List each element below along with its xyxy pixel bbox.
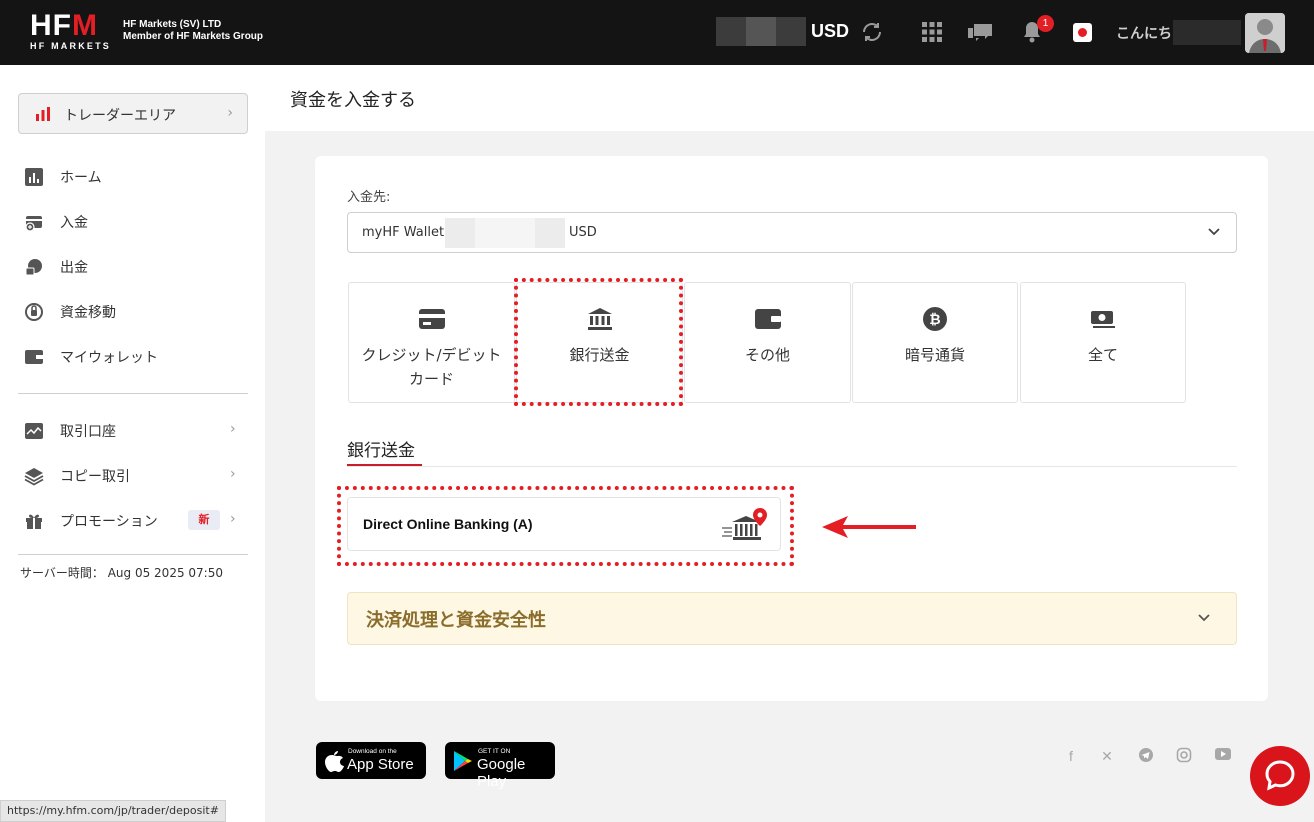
hfm-logo[interactable]: HFM HF MARKETS xyxy=(30,11,112,52)
bar-chart-icon xyxy=(36,107,50,121)
chevron-down-icon xyxy=(1198,614,1210,622)
sidebar-divider xyxy=(18,554,248,555)
trader-area-button[interactable]: トレーダーエリア › xyxy=(18,93,248,134)
chat-bubble-icon xyxy=(1265,760,1295,791)
payment-security-accordion[interactable]: 決済処理と資金安全性 xyxy=(347,592,1237,645)
avatar[interactable] xyxy=(1245,13,1285,53)
apple-icon xyxy=(325,751,344,772)
facebook-icon[interactable]: f xyxy=(1062,747,1080,765)
account-currency: USD xyxy=(811,21,850,41)
svg-text:₿: ₿ xyxy=(929,312,940,328)
chevron-down-icon xyxy=(1208,228,1220,236)
notification-badge: 1 xyxy=(1037,15,1054,32)
google-play-icon xyxy=(454,751,472,771)
sidebar-item-trading-accounts[interactable]: 取引口座 › xyxy=(24,419,244,443)
x-icon[interactable]: ✕ xyxy=(1098,747,1116,765)
new-badge: 新 xyxy=(188,510,220,530)
top-bar: HFM HF MARKETS HF Markets (SV) LTD Membe… xyxy=(0,0,1314,65)
sidebar-item-transfer[interactable]: 資金移動 xyxy=(24,300,244,324)
chart-icon xyxy=(25,168,43,186)
status-bar-url: https://my.hfm.com/jp/trader/deposit# xyxy=(0,800,226,822)
wallet-select[interactable]: myHF Wallet: USD xyxy=(347,212,1237,253)
highlight-payment-method xyxy=(337,486,794,566)
chevron-right-icon: › xyxy=(230,511,236,527)
highlight-bank-transfer-tab xyxy=(514,278,683,406)
sidebar-item-copy-trading[interactable]: コピー取引 › xyxy=(24,464,244,488)
tab-all[interactable]: 全て xyxy=(1020,282,1186,403)
apps-grid-icon[interactable] xyxy=(920,20,944,44)
sidebar: トレーダーエリア › ホーム 入金 出金 資金移動 マイウォレット 取引口座 ›… xyxy=(0,65,265,822)
live-chat-button[interactable] xyxy=(1250,746,1310,806)
deposit-card: 入金先: myHF Wallet: USD クレジット/デビットカード 銀行送金… xyxy=(315,156,1268,701)
sidebar-item-my-wallet[interactable]: マイウォレット xyxy=(24,345,244,369)
instagram-icon[interactable] xyxy=(1175,747,1193,765)
tab-crypto[interactable]: ₿ 暗号通貨 xyxy=(852,282,1018,403)
gift-icon xyxy=(26,514,42,529)
wallet-icon xyxy=(754,309,781,329)
red-arrow-annotation xyxy=(822,516,916,538)
bitcoin-icon: ₿ xyxy=(923,307,947,331)
cash-icon xyxy=(1091,311,1115,328)
company-info: HF Markets (SV) LTD Member of HF Markets… xyxy=(123,19,264,42)
layers-icon xyxy=(24,468,44,486)
wallet-icon xyxy=(25,350,43,364)
google-play-button[interactable]: GET IT ON Google Play xyxy=(445,742,555,790)
sidebar-item-withdraw[interactable]: 出金 xyxy=(24,255,244,279)
credit-card-icon xyxy=(418,309,445,329)
deposit-to-label: 入金先: xyxy=(347,190,391,205)
japan-flag-icon[interactable] xyxy=(1073,23,1092,42)
chat-icon[interactable] xyxy=(966,20,994,44)
section-divider xyxy=(347,466,1237,467)
sidebar-item-promotions[interactable]: プロモーション 新 › xyxy=(24,509,244,533)
sidebar-item-deposit[interactable]: 入金 xyxy=(24,210,244,234)
tab-other[interactable]: その他 xyxy=(684,282,851,403)
withdraw-icon xyxy=(25,259,42,276)
deposit-icon xyxy=(25,216,42,232)
sidebar-item-home[interactable]: ホーム xyxy=(24,165,244,189)
username-redacted xyxy=(1173,20,1241,45)
server-time: サーバー時間： Aug 05 2025 07:50 xyxy=(20,566,223,580)
tab-credit-debit-card[interactable]: クレジット/デビットカード xyxy=(348,282,515,403)
section-title: 銀行送金 xyxy=(347,441,415,461)
refresh-icon[interactable] xyxy=(860,20,884,44)
chevron-right-icon: › xyxy=(230,421,236,437)
trading-accounts-icon xyxy=(25,423,43,439)
balance-redacted xyxy=(716,17,806,46)
sidebar-divider xyxy=(18,393,248,394)
active-section-underline xyxy=(347,464,422,466)
page-title: 資金を入金する xyxy=(290,90,416,111)
telegram-icon[interactable] xyxy=(1137,747,1155,765)
wallet-id-redacted xyxy=(445,218,475,248)
chevron-right-icon: › xyxy=(227,105,233,121)
transfer-icon xyxy=(25,303,43,321)
page-header: 資金を入金する xyxy=(265,65,1314,131)
youtube-icon[interactable] xyxy=(1214,747,1232,765)
chevron-right-icon: › xyxy=(230,466,236,482)
app-store-button[interactable]: Download on the App Store xyxy=(316,742,426,779)
